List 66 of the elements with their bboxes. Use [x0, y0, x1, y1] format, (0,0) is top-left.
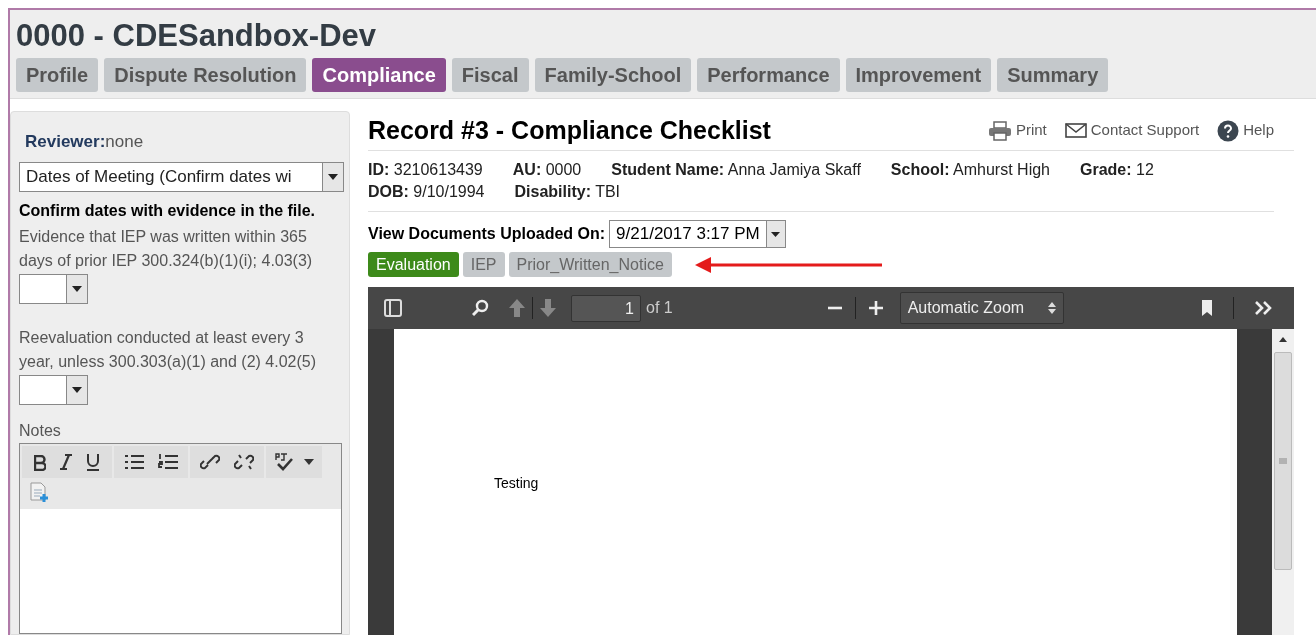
link-icon[interactable]	[200, 453, 220, 471]
sidebar-toggle-icon[interactable]	[384, 299, 402, 317]
section-heading: Confirm dates with evidence in the file.	[19, 201, 317, 221]
nav-tab[interactable]: Fiscal	[451, 58, 529, 92]
document-tab[interactable]: IEP	[462, 252, 505, 277]
section-select[interactable]: Dates of Meeting (Confirm dates wi	[19, 162, 344, 192]
answer-select[interactable]	[19, 375, 88, 405]
help-link[interactable]: Help	[1217, 119, 1274, 142]
italic-icon[interactable]	[60, 454, 72, 470]
double-chevron-icon[interactable]	[1254, 300, 1274, 316]
numbered-list-icon[interactable]	[158, 453, 178, 471]
upload-date-select[interactable]: 9/21/2017 3:17 PM	[609, 220, 786, 248]
scroll-up-icon[interactable]	[1279, 337, 1287, 342]
caret-icon	[72, 286, 82, 292]
nav-tab[interactable]: Improvement	[845, 58, 992, 92]
record-title: Record #3 - Compliance Checklist	[368, 114, 771, 146]
zoom-in-icon[interactable]	[867, 300, 884, 316]
caret-icon[interactable]	[304, 459, 314, 465]
spellcheck-icon[interactable]	[274, 452, 296, 472]
reviewer-label: Reviewer:	[25, 132, 106, 151]
document-tab[interactable]: Evaluation	[368, 252, 459, 277]
record-field: DOB: 9/10/1994	[368, 181, 485, 203]
bold-icon[interactable]	[34, 452, 46, 472]
mail-link[interactable]: Contact Support	[1064, 119, 1200, 142]
nav-tab[interactable]: Dispute Resolution	[104, 58, 307, 92]
nav-tab[interactable]: Summary	[997, 58, 1109, 92]
down-arrow-icon[interactable]	[539, 298, 557, 318]
nav-tab[interactable]: Compliance	[312, 58, 446, 92]
scrollbar[interactable]	[1272, 329, 1294, 635]
page-number-field[interactable]: 1	[571, 294, 641, 322]
caret-icon	[765, 221, 785, 247]
print-link[interactable]: Print	[987, 119, 1047, 142]
uploaded-label: View Documents Uploaded On:	[368, 224, 606, 244]
unlink-icon[interactable]	[234, 453, 254, 471]
envelope-icon	[1064, 123, 1087, 138]
caret-icon	[322, 163, 343, 191]
document-tab[interactable]: Prior_Written_Notice	[508, 252, 672, 277]
notes-label: Notes	[19, 421, 62, 441]
document-text: Testing	[494, 475, 539, 491]
caret-icon	[72, 387, 82, 393]
site-title: 0000 - CDESandbox-Dev	[16, 17, 378, 55]
zoom-select[interactable]: Automatic Zoom	[899, 292, 1064, 324]
record-field: Grade: 12	[1080, 159, 1154, 181]
record-field: ID: 3210613439	[368, 159, 483, 181]
reviewer-value: none	[105, 132, 144, 151]
question-text: Reevaluation conducted at least every 3 year, unless 300.303(a)(1) and (2) 4.02(5)	[19, 328, 318, 372]
bullet-list-icon[interactable]	[124, 454, 144, 470]
scrollbar-thumb[interactable]	[1274, 352, 1292, 570]
answer-select[interactable]	[19, 274, 88, 304]
up-arrow-icon[interactable]	[508, 298, 526, 318]
updown-icon	[1047, 302, 1056, 314]
nav-tab[interactable]: Performance	[697, 58, 840, 92]
record-field: School: Amhurst High	[890, 159, 1050, 181]
search-icon[interactable]	[472, 299, 490, 317]
page-count: of 1	[646, 298, 673, 318]
record-field: Disability: TBI	[514, 181, 621, 203]
record-field: AU: 0000	[512, 159, 582, 181]
record-field: Student Name: Anna Jamiya Skaff	[611, 159, 861, 181]
printer-icon	[987, 120, 1012, 141]
nav-tab[interactable]: Profile	[16, 58, 99, 92]
bookmark-icon[interactable]	[1201, 299, 1213, 317]
insert-document-icon[interactable]	[28, 482, 50, 504]
nav-tab[interactable]: Family-School	[534, 58, 692, 92]
underline-icon[interactable]	[86, 453, 100, 471]
help-icon	[1217, 119, 1240, 142]
question-text: Evidence that IEP was written within 365 days of prior IEP 300.324(b)(1)(i); 4.03(3)	[19, 227, 314, 271]
